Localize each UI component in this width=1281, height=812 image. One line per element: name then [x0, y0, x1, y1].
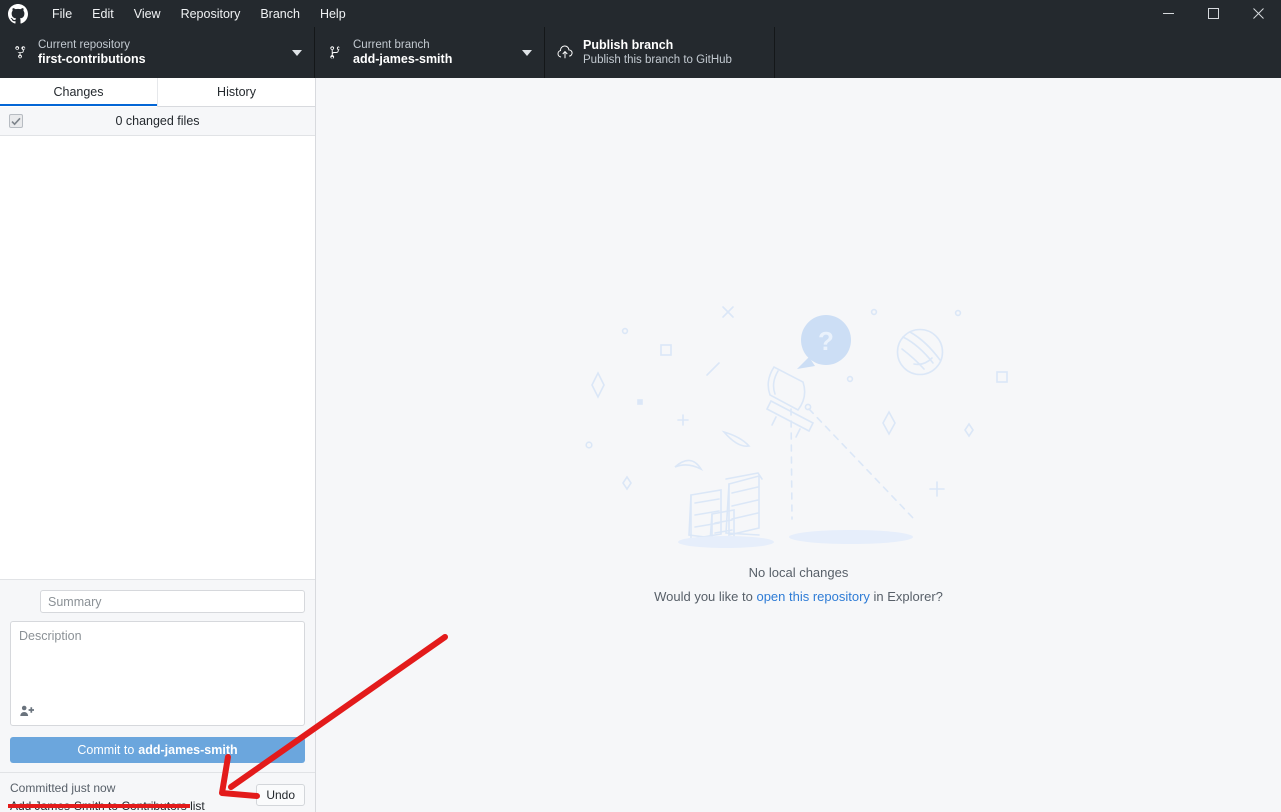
undo-button[interactable]: Undo [256, 784, 305, 806]
menu-item-help[interactable]: Help [310, 0, 356, 27]
tab-history[interactable]: History [157, 78, 315, 107]
empty-state-title: No local changes [748, 564, 849, 580]
commit-button-prefix: Commit to [77, 743, 135, 757]
summary-input[interactable] [40, 590, 305, 613]
commit-button-branch: add-james-smith [138, 743, 238, 757]
menu-item-branch[interactable]: Branch [250, 0, 310, 27]
close-button[interactable] [1236, 0, 1281, 27]
telescope-empty-state-illustration: ? [584, 305, 1008, 548]
add-person-icon [19, 705, 34, 716]
menu-item-edit[interactable]: Edit [82, 0, 124, 27]
chevron-down-icon [522, 49, 532, 56]
github-desktop-window: File Edit View Repository Branch Help Cu… [0, 0, 1281, 812]
sidebar: Changes History 0 changed files Summary … [0, 78, 316, 812]
toolbar: Current repository first-contributions C… [0, 27, 1281, 78]
publish-title: Publish branch [583, 37, 674, 52]
repo-label: Current repository [38, 38, 131, 51]
commit-button[interactable]: Commit to add-james-smith [10, 737, 305, 763]
chevron-down-icon [292, 49, 302, 56]
tab-changes[interactable]: Changes [0, 78, 157, 107]
current-branch-button[interactable]: Current branch add-james-smith [315, 27, 545, 78]
branch-icon [324, 45, 346, 60]
empty-state-subtitle: Would you like to open this repository i… [654, 589, 943, 604]
commit-status-bar: Committed just now Add James-Smith to Co… [0, 772, 315, 812]
branch-value: add-james-smith [353, 51, 453, 66]
cloud-upload-icon [554, 45, 576, 61]
close-icon [1253, 8, 1264, 19]
summary-row [10, 590, 305, 613]
publish-subtitle: Publish this branch to GitHub [583, 54, 732, 67]
commit-message: Add James-Smith to Contributors list [10, 799, 205, 812]
window-controls [1146, 0, 1281, 27]
changed-files-row: 0 changed files [0, 107, 315, 136]
open-repository-link[interactable]: open this repository [756, 589, 869, 604]
svg-text:?: ? [818, 326, 834, 356]
empty-sub-suffix: in Explorer? [869, 588, 943, 604]
repo-icon [9, 45, 31, 60]
repo-value: first-contributions [38, 51, 146, 66]
current-repository-button[interactable]: Current repository first-contributions [0, 27, 315, 78]
maximize-icon [1208, 8, 1219, 19]
menu-item-repository[interactable]: Repository [171, 0, 251, 27]
publish-branch-button[interactable]: Publish branch Publish this branch to Gi… [545, 27, 775, 78]
commit-form: Commit to add-james-smith [0, 580, 315, 772]
minimize-button[interactable] [1146, 0, 1191, 27]
commit-time: Committed just now [10, 781, 116, 795]
main-empty-state: ? No local changes Would you like to ope… [316, 78, 1281, 812]
add-coauthor-button[interactable] [18, 703, 36, 719]
empty-sub-prefix: Would you like to [654, 588, 757, 604]
description-input[interactable] [11, 622, 304, 704]
commit-status-text: Committed just now Add James-Smith to Co… [10, 779, 205, 812]
menu-item-file[interactable]: File [42, 0, 82, 27]
description-wrapper [10, 621, 305, 726]
branch-label: Current branch [353, 38, 430, 51]
title-bar: File Edit View Repository Branch Help [0, 0, 1281, 27]
github-octocat-icon [8, 3, 28, 24]
changed-files-label: 0 changed files [115, 114, 200, 128]
sidebar-tabs: Changes History [0, 78, 315, 107]
menu-bar: File Edit View Repository Branch Help [42, 0, 356, 27]
menu-item-view[interactable]: View [124, 0, 171, 27]
minimize-icon [1163, 13, 1174, 14]
changed-files-list[interactable] [0, 136, 315, 580]
maximize-button[interactable] [1191, 0, 1236, 27]
